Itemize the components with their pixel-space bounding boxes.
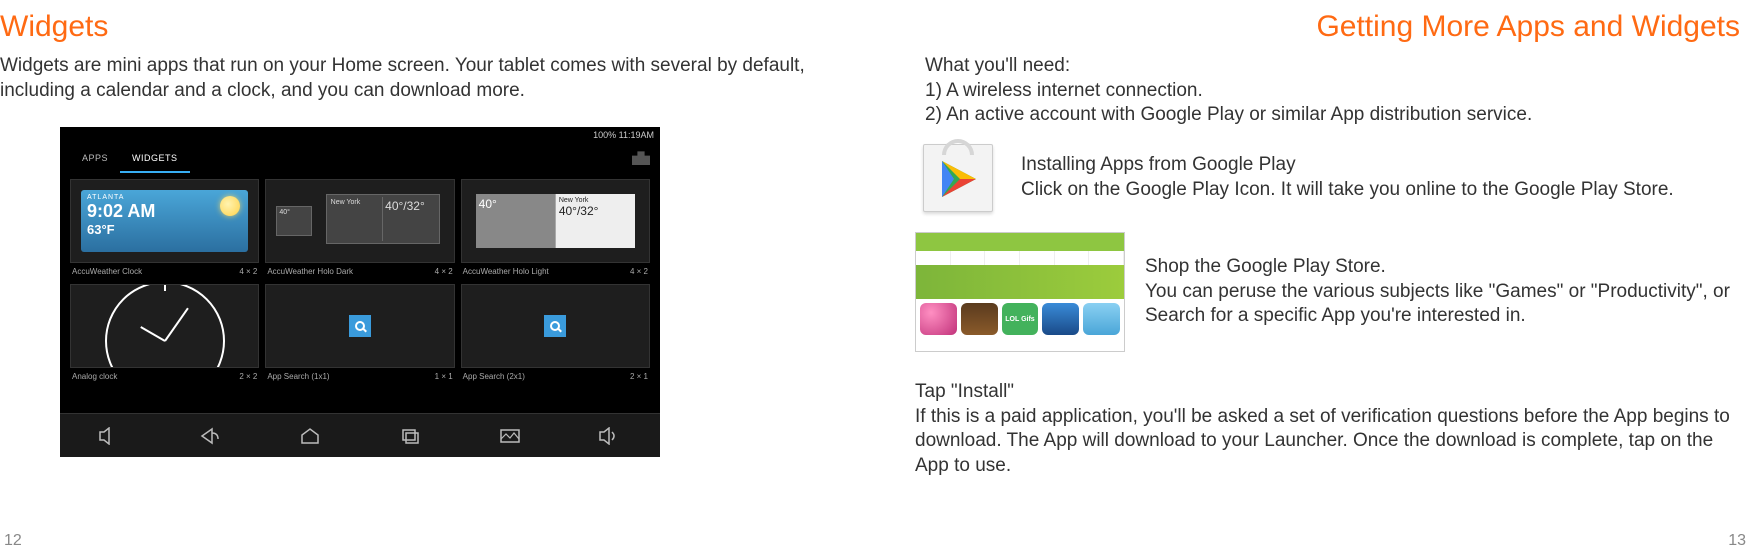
install-title: Tap "Install"	[915, 380, 1750, 405]
widget-size: 2 × 1	[630, 372, 648, 381]
gp-title: Installing Apps from Google Play	[1021, 153, 1674, 178]
widget-cell[interactable]: 40° New York 40°/32° AccuWeather Ho	[265, 179, 454, 276]
mini-city: New York	[559, 197, 632, 204]
widget-size: 1 × 1	[435, 372, 453, 381]
widget-label: Analog clock	[72, 372, 117, 381]
nav-bar	[60, 413, 660, 457]
clock-icon	[105, 284, 225, 368]
widget-label: App Search (2x1)	[463, 372, 525, 381]
search-icon	[349, 315, 371, 337]
page-left: Widgets Widgets are mini apps that run o…	[0, 0, 875, 554]
widget-cell[interactable]: 40° New York 40°/32° AccuWeather Holo Li…	[461, 179, 650, 276]
recent-icon[interactable]	[397, 427, 423, 445]
need-2: 2) An active account with Google Play or…	[925, 103, 1750, 128]
heading-widgets: Widgets	[0, 10, 835, 44]
install-block: Tap "Install" If this is a paid applicat…	[915, 380, 1750, 479]
mini-hilo: 40°/32°	[385, 199, 435, 213]
widget-size: 4 × 2	[630, 267, 648, 276]
shop-icon[interactable]	[632, 151, 650, 165]
weather-city: ATLANTA	[87, 194, 242, 201]
widget-cell[interactable]: Analog clock 2 × 2	[70, 284, 259, 381]
home-icon[interactable]	[297, 427, 323, 445]
widget-label: AccuWeather Holo Dark	[267, 267, 353, 276]
mini-city: New York	[331, 199, 381, 206]
need-title: What you'll need:	[925, 54, 1750, 79]
tab-apps[interactable]: APPS	[70, 143, 120, 173]
weather-time: 9:02 AM	[87, 201, 242, 222]
page-number-left: 12	[4, 532, 22, 550]
search-icon	[544, 315, 566, 337]
heading-getting-apps: Getting More Apps and Widgets	[915, 10, 1750, 44]
store-text: You can peruse the various subjects like…	[1145, 280, 1750, 329]
weather-temp: 63°F	[87, 222, 242, 237]
screenshot-icon[interactable]	[497, 427, 523, 445]
store-row: LOL Gifs Shop the Google Play Store. You…	[915, 232, 1750, 352]
mini-hilo: 40°/32°	[559, 204, 632, 218]
status-right: 100% 11:19AM	[593, 130, 654, 140]
page-number-right: 13	[1728, 532, 1746, 550]
mini-temp: 40°	[479, 197, 552, 211]
need-1: 1) A wireless internet connection.	[925, 79, 1750, 104]
page-right: Getting More Apps and Widgets What you'l…	[875, 0, 1750, 554]
widget-size: 4 × 2	[239, 267, 257, 276]
widget-label: App Search (1x1)	[267, 372, 329, 381]
widget-size: 4 × 2	[435, 267, 453, 276]
widget-cell[interactable]: ATLANTA 9:02 AM 63°F AccuWeather Clock 4…	[70, 179, 259, 276]
widget-label: AccuWeather Clock	[72, 267, 142, 276]
google-play-icon	[915, 140, 1001, 216]
gp-text-block: Installing Apps from Google Play Click o…	[1021, 153, 1674, 202]
status-bar: 100% 11:19AM	[60, 127, 660, 143]
widget-size: 2 × 2	[239, 372, 257, 381]
mini-temp: 40°	[279, 209, 309, 216]
tabs-row: APPS WIDGETS	[60, 143, 660, 173]
gp-text: Click on the Google Play Icon. It will t…	[1021, 178, 1674, 203]
need-block: What you'll need: 1) A wireless internet…	[925, 54, 1750, 128]
store-title: Shop the Google Play Store.	[1145, 255, 1750, 280]
widget-cell[interactable]: App Search (1x1) 1 × 1	[265, 284, 454, 381]
lol-tile: LOL Gifs	[1002, 303, 1039, 335]
tab-widgets[interactable]: WIDGETS	[120, 143, 190, 173]
store-text-block: Shop the Google Play Store. You can peru…	[1145, 255, 1750, 329]
tablet-screenshot: 100% 11:19AM APPS WIDGETS ATLANTA 9:02 A…	[60, 127, 660, 457]
google-play-row: Installing Apps from Google Play Click o…	[915, 140, 1750, 216]
intro-text: Widgets are mini apps that run on your H…	[0, 54, 835, 103]
volume-down-icon[interactable]	[97, 427, 123, 445]
widgets-grid: ATLANTA 9:02 AM 63°F AccuWeather Clock 4…	[70, 179, 650, 381]
volume-up-icon[interactable]	[597, 427, 623, 445]
play-store-screenshot: LOL Gifs	[915, 232, 1125, 352]
install-text: If this is a paid application, you'll be…	[915, 405, 1750, 479]
widget-cell[interactable]: App Search (2x1) 2 × 1	[461, 284, 650, 381]
back-icon[interactable]	[197, 427, 223, 445]
widget-label: AccuWeather Holo Light	[463, 267, 549, 276]
